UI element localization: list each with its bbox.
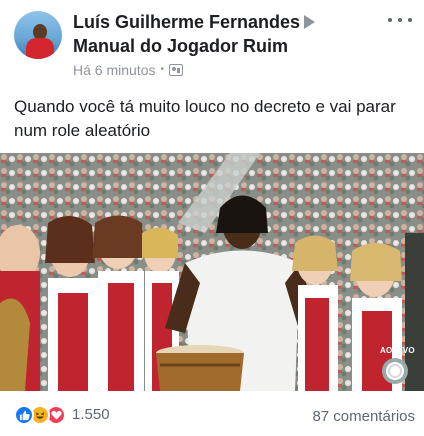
live-badge: AO VIVO — [380, 346, 415, 355]
audience-icon[interactable] — [169, 64, 183, 76]
avatar-body-shape — [26, 38, 54, 59]
more-dot — [388, 18, 392, 22]
reactions-summary[interactable]: 1.550 — [14, 405, 110, 425]
comments-count-link[interactable]: 87 comentários — [312, 407, 415, 427]
globo-logo-icon — [382, 358, 408, 384]
like-icon — [14, 405, 34, 425]
more-dot — [398, 18, 402, 22]
author-name[interactable]: Luís Guilherme Fernandes — [73, 11, 300, 33]
post-header: Luís Guilherme Fernandes Manual do Jogad… — [0, 0, 424, 86]
post-text: Quando você tá muito louco no decreto e … — [14, 97, 396, 140]
post-footer: 1.550 87 comentários — [0, 392, 424, 436]
more-options-icon[interactable] — [388, 12, 412, 28]
post-photo[interactable]: AO VIVO — [0, 153, 424, 391]
shared-to-arrow-icon — [304, 15, 315, 29]
more-dot — [408, 18, 412, 22]
reaction-count: 1.550 — [72, 406, 110, 423]
author-avatar[interactable] — [14, 11, 62, 59]
post-timestamp[interactable]: Há 6 minutos — [73, 61, 155, 79]
meta-separator: • — [160, 64, 164, 75]
page-name[interactable]: Manual do Jogador Ruim — [73, 35, 288, 57]
crowd-photo-illustration — [0, 153, 424, 391]
post-meta: Há 6 minutos • — [73, 61, 183, 79]
